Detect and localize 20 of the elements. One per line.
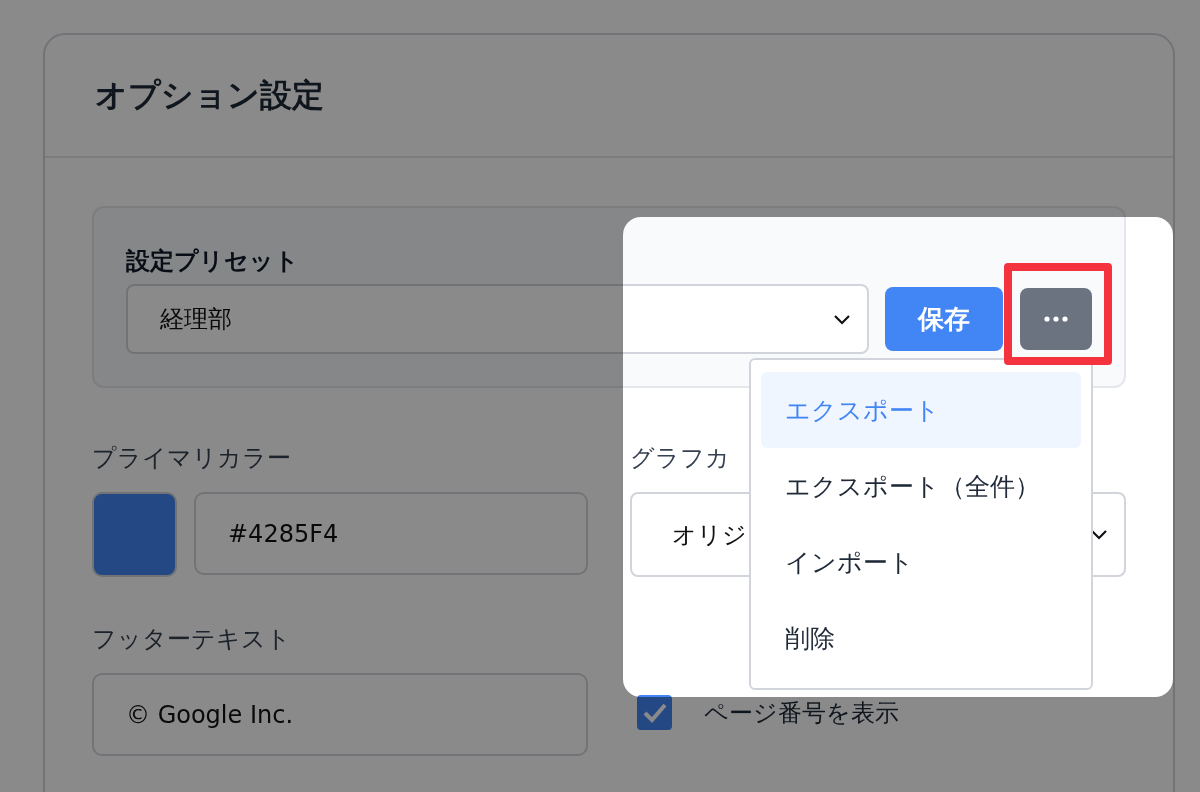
menu-item[interactable]: 削除	[761, 600, 1081, 676]
save-button[interactable]: 保存	[885, 287, 1003, 351]
page-title: オプション設定	[95, 74, 324, 116]
preset-select[interactable]: 経理部	[126, 284, 869, 354]
color-swatch[interactable]	[92, 492, 177, 577]
menu-item[interactable]: エクスポート	[761, 372, 1081, 448]
more-button[interactable]	[1020, 288, 1092, 350]
field-label: グラフカ	[630, 443, 731, 474]
chevron-down-icon	[833, 313, 851, 325]
menu-item[interactable]: エクスポート（全件）	[761, 448, 1081, 524]
checkbox-label: ページ番号を表示	[704, 697, 899, 729]
more-icon	[1044, 316, 1068, 322]
checkbox[interactable]	[637, 695, 672, 730]
preset-label: 設定プリセット	[126, 246, 300, 277]
chevron-down-icon	[1090, 529, 1108, 540]
field-label: プライマリカラー	[92, 443, 292, 474]
footer-input[interactable]: © Google Inc.	[92, 673, 588, 756]
color-input[interactable]: #4285F4	[194, 492, 588, 575]
menu-item[interactable]: インポート	[761, 524, 1081, 600]
field-label: フッターテキスト	[92, 624, 292, 655]
